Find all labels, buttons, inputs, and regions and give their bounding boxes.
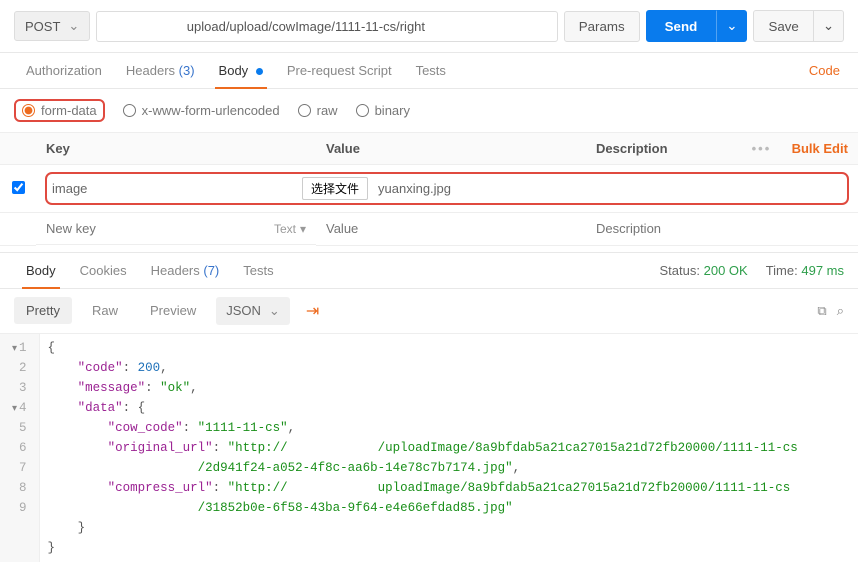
lang-select[interactable]: JSON ⌄: [216, 297, 290, 325]
bodytype-binary[interactable]: binary: [356, 103, 410, 118]
http-method-select[interactable]: POST ⌄: [14, 11, 90, 41]
wrap-lines-icon[interactable]: ⇥: [298, 297, 327, 325]
tab-tests[interactable]: Tests: [404, 53, 458, 88]
bodytype-raw-radio[interactable]: [298, 104, 311, 117]
time-label: Time: 497 ms: [766, 263, 844, 278]
bodytype-raw[interactable]: raw: [298, 103, 338, 118]
view-preview[interactable]: Preview: [138, 297, 208, 324]
col-value: Value: [316, 133, 586, 165]
row-key[interactable]: image: [52, 181, 292, 196]
response-body[interactable]: ▾123▾456789 { "code": 200, "message": "o…: [0, 334, 858, 562]
chevron-down-icon: ⌄: [726, 18, 737, 33]
headers-count-badge: (3): [179, 63, 195, 78]
formdata-new-row: Text ▾: [0, 213, 858, 246]
resp-tab-tests[interactable]: Tests: [231, 253, 285, 288]
new-key-type-select[interactable]: Text ▾: [274, 222, 306, 236]
time-value: 497 ms: [801, 263, 844, 278]
send-button-group: Send ⌄: [646, 10, 748, 42]
chevron-down-icon: ⌄: [68, 18, 79, 34]
unsaved-dot-icon: [256, 68, 263, 75]
http-method-label: POST: [25, 19, 60, 34]
code-link[interactable]: Code: [805, 53, 844, 88]
tab-headers[interactable]: Headers (3): [114, 53, 207, 88]
save-button[interactable]: Save: [753, 10, 813, 42]
status-value: 200 OK: [704, 263, 748, 278]
search-icon[interactable]: ⌕: [837, 303, 844, 319]
chevron-down-icon: ⌄: [823, 18, 834, 33]
tab-authorization[interactable]: Authorization: [14, 53, 114, 88]
save-button-group: Save ⌄: [753, 10, 844, 42]
choose-file-button[interactable]: 选择文件: [302, 177, 368, 200]
copy-icon[interactable]: ⧉: [817, 303, 826, 319]
bodytype-urlencoded-radio[interactable]: [123, 104, 136, 117]
params-button[interactable]: Params: [564, 11, 640, 42]
view-pretty[interactable]: Pretty: [14, 297, 72, 324]
row-enable-checkbox[interactable]: [12, 181, 25, 194]
send-button[interactable]: Send: [646, 10, 717, 42]
resp-tab-body[interactable]: Body: [14, 253, 68, 288]
send-dropdown[interactable]: ⌄: [716, 10, 747, 42]
row-filename: yuanxing.jpg: [378, 181, 451, 196]
formdata-row: image 选择文件 yuanxing.jpg: [0, 165, 858, 213]
tab-body[interactable]: Body: [207, 53, 275, 88]
bodytype-form-data-radio[interactable]: [22, 104, 35, 117]
caret-down-icon: ▾: [300, 222, 306, 236]
col-key: Key: [36, 133, 316, 165]
new-key-input[interactable]: [46, 221, 266, 236]
request-url-input[interactable]: upload/upload/cowImage/1111-11-cs/right: [96, 11, 557, 42]
formdata-table: Key Value Description ••• Bulk Edit imag…: [0, 133, 858, 246]
bodytype-binary-radio[interactable]: [356, 104, 369, 117]
save-dropdown[interactable]: ⌄: [814, 10, 844, 42]
bulk-edit-link[interactable]: Bulk Edit: [792, 141, 848, 156]
resp-tab-cookies[interactable]: Cookies: [68, 253, 139, 288]
resp-tab-headers[interactable]: Headers (7): [139, 253, 232, 288]
bodytype-urlencoded[interactable]: x-www-form-urlencoded: [123, 103, 280, 118]
resp-headers-count-badge: (7): [203, 263, 219, 278]
bodytype-form-data[interactable]: form-data: [14, 99, 105, 122]
new-value-input[interactable]: [326, 221, 576, 236]
tab-prerequest[interactable]: Pre-request Script: [275, 53, 404, 88]
new-desc-input[interactable]: [596, 221, 848, 236]
view-raw[interactable]: Raw: [80, 297, 130, 324]
column-options-icon[interactable]: •••: [752, 141, 772, 156]
status-label: Status: 200 OK: [660, 263, 748, 278]
col-description: Description: [586, 133, 742, 165]
chevron-down-icon: ⌄: [269, 303, 280, 319]
